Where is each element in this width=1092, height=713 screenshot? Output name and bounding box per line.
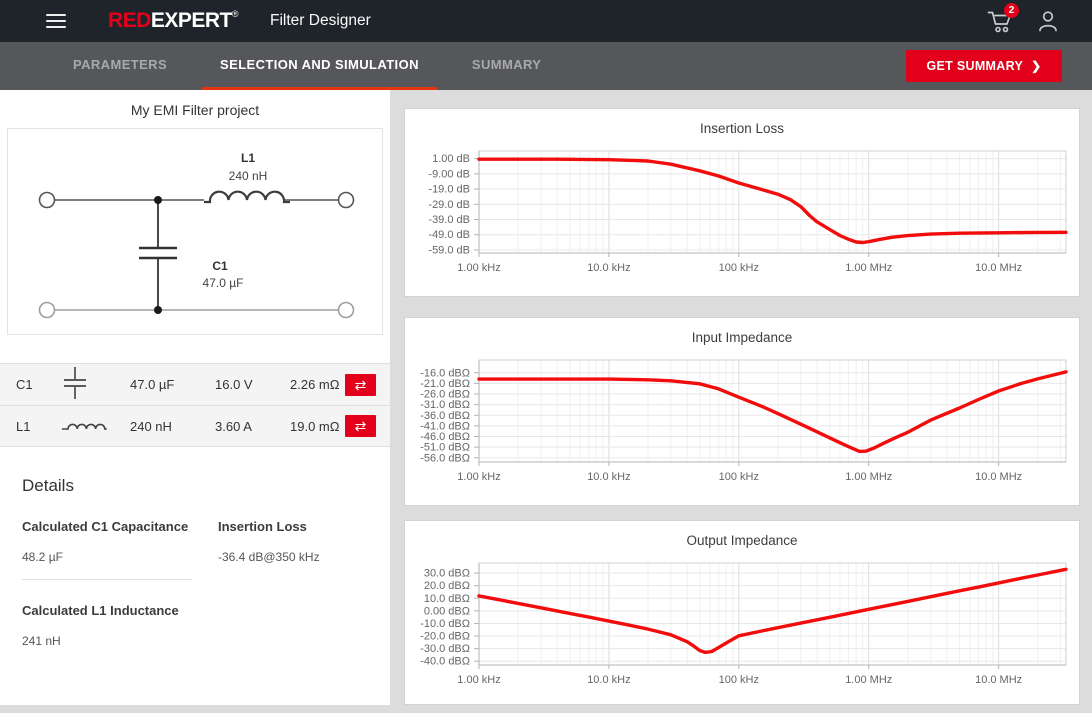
- swap-l1-button[interactable]: ⇄: [345, 415, 376, 437]
- circuit-svg: L1 240 nH C1 47.0 µF: [8, 129, 382, 334]
- details-heading: Details: [22, 476, 368, 496]
- svg-text:-40.0 dBΩ: -40.0 dBΩ: [420, 656, 470, 668]
- svg-text:-10.0 dBΩ: -10.0 dBΩ: [420, 618, 470, 630]
- svg-text:10.0 kHz: 10.0 kHz: [587, 262, 630, 274]
- insertion-loss-chart-card: Insertion Loss 1.00 dB -9.00 dB -19.0 dB -2…: [404, 108, 1080, 297]
- component-name: C1: [16, 377, 60, 392]
- detail-value: 48.2 µF: [22, 550, 192, 564]
- svg-text:10.0 kHz: 10.0 kHz: [587, 471, 630, 483]
- cart-badge: 2: [1004, 3, 1019, 18]
- get-summary-button[interactable]: GET SUMMARY ❯: [906, 50, 1062, 82]
- svg-text:-56.0 dBΩ: -56.0 dBΩ: [420, 452, 470, 464]
- svg-text:-39.0 dB: -39.0 dB: [428, 214, 470, 226]
- user-icon[interactable]: [1036, 9, 1060, 33]
- detail-value: -36.4 dB@350 kHz: [218, 550, 320, 564]
- svg-text:-19.0 dB: -19.0 dB: [428, 184, 470, 196]
- terminal-bottom-left: [40, 303, 55, 318]
- component-table: C1 47.0 µF 16.0 V 2.26 mΩ ⇄ L1: [0, 363, 390, 447]
- svg-text:0.00 dBΩ: 0.00 dBΩ: [424, 605, 470, 617]
- menu-icon[interactable]: [46, 10, 66, 32]
- output-impedance-chart-card: Output Impedance 30.0 dBΩ20.0 dBΩ10.0 dB…: [404, 520, 1080, 705]
- tab-bar: PARAMETERS SELECTION AND SIMULATION SUMM…: [0, 42, 1092, 90]
- svg-text:1.00 dB: 1.00 dB: [432, 153, 470, 165]
- chart-title: Insertion Loss: [405, 109, 1079, 138]
- registered-mark: ®: [232, 9, 238, 19]
- svg-text:20.0 dBΩ: 20.0 dBΩ: [424, 580, 470, 592]
- detail-l1-inductance: Calculated L1 Inductance 241 nH: [22, 603, 192, 648]
- details-section: Details Calculated C1 Capacitance 48.2 µ…: [0, 476, 390, 648]
- input-impedance-chart-card: Input Impedance -16.0 dBΩ-21.0 dBΩ-26.0 …: [404, 317, 1080, 506]
- junction-top: [154, 196, 162, 204]
- component-value: 47.0 µF: [130, 377, 215, 392]
- c1-label: C1: [212, 259, 228, 273]
- table-row-c1[interactable]: C1 47.0 µF 16.0 V 2.26 mΩ ⇄: [0, 363, 390, 405]
- svg-text:10.0 dBΩ: 10.0 dBΩ: [424, 593, 470, 605]
- svg-text:100 kHz: 100 kHz: [719, 471, 759, 483]
- chevron-right-icon: ❯: [1031, 59, 1041, 73]
- component-name: L1: [16, 419, 60, 434]
- detail-label: Calculated L1 Inductance: [22, 603, 192, 618]
- input-impedance-plot[interactable]: -16.0 dBΩ-21.0 dBΩ-26.0 dBΩ-31.0 dBΩ-36.…: [405, 347, 1080, 506]
- svg-text:1.00 MHz: 1.00 MHz: [845, 674, 892, 686]
- svg-text:-49.0 dB: -49.0 dB: [428, 229, 470, 241]
- terminal-bottom-right: [339, 303, 354, 318]
- cart-button[interactable]: 2: [987, 8, 1014, 34]
- detail-insertion-loss: Insertion Loss -36.4 dB@350 kHz: [218, 519, 320, 564]
- get-summary-label: GET SUMMARY: [927, 59, 1024, 73]
- component-resistance: 19.0 mΩ: [290, 419, 345, 434]
- capacitor-icon: [60, 365, 130, 404]
- svg-text:-59.0 dB: -59.0 dB: [428, 244, 470, 256]
- svg-text:1.00 MHz: 1.00 MHz: [845, 262, 892, 274]
- component-rating: 3.60 A: [215, 419, 290, 434]
- svg-text:1.00 kHz: 1.00 kHz: [457, 471, 500, 483]
- detail-label: Insertion Loss: [218, 519, 320, 534]
- logo-expert-part: EXPERT: [151, 9, 232, 32]
- output-impedance-plot[interactable]: 30.0 dBΩ20.0 dBΩ10.0 dBΩ0.00 dBΩ-10.0 dB…: [405, 550, 1080, 705]
- component-resistance: 2.26 mΩ: [290, 377, 345, 392]
- app-header: REDEXPERT® Filter Designer 2: [0, 0, 1092, 42]
- page-title: Filter Designer: [270, 12, 371, 30]
- logo-red-part: RED: [108, 9, 151, 32]
- svg-text:-20.0 dBΩ: -20.0 dBΩ: [420, 631, 470, 643]
- circuit-schematic: L1 240 nH C1 47.0 µF: [7, 128, 383, 335]
- l1-value: 240 nH: [229, 169, 268, 183]
- inductor-icon: [60, 416, 130, 437]
- svg-text:100 kHz: 100 kHz: [719, 262, 759, 274]
- chart-title: Input Impedance: [405, 318, 1079, 347]
- project-title: My EMI Filter project: [0, 102, 390, 118]
- svg-text:30.0 dBΩ: 30.0 dBΩ: [424, 568, 470, 580]
- svg-text:1.00 kHz: 1.00 kHz: [457, 262, 500, 274]
- svg-text:100 kHz: 100 kHz: [719, 674, 759, 686]
- terminal-top-right: [339, 193, 354, 208]
- tab-summary[interactable]: SUMMARY: [454, 42, 559, 90]
- table-row-l1[interactable]: L1 240 nH 3.60 A 19.0 mΩ ⇄: [0, 405, 390, 447]
- svg-text:10.0 MHz: 10.0 MHz: [975, 262, 1022, 274]
- terminal-top-left: [40, 193, 55, 208]
- insertion-loss-plot[interactable]: 1.00 dB -9.00 dB -19.0 dB -29.0 dB -39.0 dB -…: [405, 138, 1080, 297]
- junction-bottom: [154, 306, 162, 314]
- svg-text:-9.00 dB: -9.00 dB: [428, 168, 470, 180]
- component-value: 240 nH: [130, 419, 215, 434]
- tab-parameters[interactable]: PARAMETERS: [55, 42, 185, 90]
- svg-text:10.0 MHz: 10.0 MHz: [975, 471, 1022, 483]
- inductor-symbol: [204, 192, 290, 202]
- c1-value: 47.0 µF: [203, 276, 244, 290]
- tab-selection-and-simulation[interactable]: SELECTION AND SIMULATION: [202, 42, 437, 90]
- detail-label: Calculated C1 Capacitance: [22, 519, 192, 534]
- svg-text:10.0 kHz: 10.0 kHz: [587, 674, 630, 686]
- svg-text:-29.0 dB: -29.0 dB: [428, 199, 470, 211]
- svg-text:10.0 MHz: 10.0 MHz: [975, 674, 1022, 686]
- l1-label: L1: [241, 151, 255, 165]
- detail-c1-capacitance: Calculated C1 Capacitance 48.2 µF: [22, 519, 192, 580]
- swap-c1-button[interactable]: ⇄: [345, 374, 376, 396]
- component-rating: 16.0 V: [215, 377, 290, 392]
- svg-text:-30.0 dBΩ: -30.0 dBΩ: [420, 643, 470, 655]
- svg-text:1.00 MHz: 1.00 MHz: [845, 471, 892, 483]
- simulation-charts: Insertion Loss 1.00 dB -9.00 dB -19.0 dB -2…: [404, 90, 1080, 713]
- project-panel: My EMI Filter project: [0, 90, 390, 705]
- detail-value: 241 nH: [22, 634, 192, 648]
- chart-title: Output Impedance: [405, 521, 1079, 550]
- redexpert-logo[interactable]: REDEXPERT®: [108, 9, 238, 33]
- svg-text:1.00 kHz: 1.00 kHz: [457, 674, 500, 686]
